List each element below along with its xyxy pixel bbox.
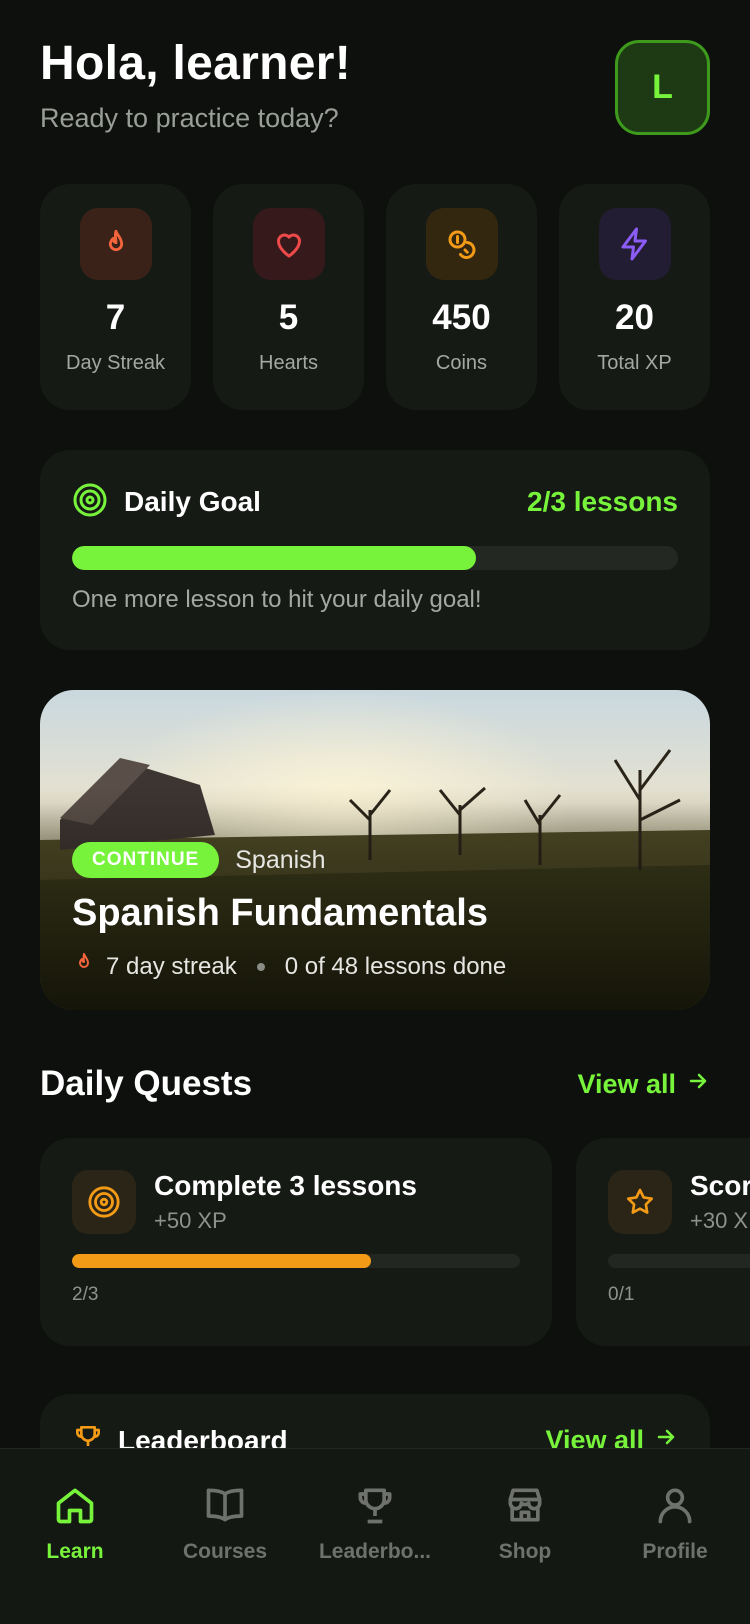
- quests-view-all-link[interactable]: View all: [577, 1069, 710, 1100]
- course-title: Spanish Fundamentals: [72, 892, 488, 934]
- quest-card[interactable]: Score +30 X 0/1: [576, 1138, 750, 1346]
- shop-icon: [503, 1483, 547, 1532]
- daily-goal-progress-fill: [72, 546, 477, 570]
- stat-value: 5: [278, 298, 299, 337]
- coins-icon: [425, 208, 498, 280]
- quest-reward: +50 XP: [154, 1208, 227, 1233]
- stat-value: 450: [432, 298, 491, 337]
- daily-goal-card[interactable]: Daily Goal 2/3 lessons One more lesson t…: [40, 450, 710, 650]
- quest-progress-text: 2/3: [72, 1284, 99, 1305]
- stat-label: Total XP: [597, 352, 672, 374]
- greeting-subtitle: Ready to practice today?: [40, 103, 339, 133]
- heart-icon: [252, 208, 325, 280]
- nav-label: Profile: [642, 1540, 708, 1563]
- nav-label: Shop: [498, 1540, 552, 1563]
- daily-goal-title: Daily Goal: [124, 486, 261, 517]
- quest-title: Complete 3 lessons: [154, 1170, 417, 1201]
- lightning-icon: [598, 208, 671, 280]
- quest-progress-fill: [72, 1254, 371, 1268]
- nav-item-shop[interactable]: Shop: [450, 1449, 600, 1624]
- stat-label: Day Streak: [66, 352, 165, 374]
- arrow-right-icon: [686, 1069, 710, 1100]
- nav-item-profile[interactable]: Profile: [600, 1449, 750, 1624]
- daily-quests-header: Daily Quests View all: [40, 1064, 710, 1104]
- bottom-navigation: Learn Courses Leaderbo... Shop Profile: [0, 1448, 750, 1624]
- stat-card-coins[interactable]: 450 Coins: [386, 184, 537, 410]
- nav-item-leaderboard[interactable]: Leaderbo...: [300, 1449, 450, 1624]
- trophy-icon: [353, 1483, 397, 1532]
- stat-card-streak[interactable]: 7 Day Streak: [40, 184, 191, 410]
- quest-title: Score: [690, 1170, 750, 1201]
- target-icon: [72, 1170, 136, 1234]
- nav-label: Learn: [46, 1540, 104, 1563]
- separator-dot: [256, 962, 265, 971]
- course-streak: 7 day streak: [106, 952, 237, 980]
- quest-progress-text: 0/1: [608, 1284, 635, 1305]
- stat-label: Hearts: [259, 352, 318, 374]
- greeting-title: Hola, learner!: [40, 37, 351, 90]
- nav-label: Courses: [182, 1540, 268, 1563]
- course-language: Spanish: [235, 845, 326, 874]
- header: Hola, learner! Ready to practice today? …: [40, 36, 710, 146]
- nav-item-learn[interactable]: Learn: [0, 1449, 150, 1624]
- stat-label: Coins: [435, 352, 488, 374]
- section-title: Daily Quests: [40, 1064, 253, 1103]
- daily-goal-progress-bar: [72, 546, 678, 570]
- quest-reward: +30 X: [690, 1208, 749, 1233]
- quest-card[interactable]: Complete 3 lessons +50 XP 2/3: [40, 1138, 552, 1346]
- stat-value: 20: [615, 298, 654, 337]
- nav-label: Leaderbo...: [318, 1540, 432, 1563]
- avatar[interactable]: L: [615, 40, 710, 135]
- flame-icon: [72, 951, 96, 982]
- target-icon: [72, 482, 108, 523]
- home-icon: [53, 1483, 97, 1532]
- quests-carousel[interactable]: Complete 3 lessons +50 XP 2/3 Score +30 …: [40, 1138, 750, 1346]
- flame-icon: [79, 208, 152, 280]
- daily-goal-count: 2/3 lessons: [527, 486, 678, 517]
- stat-value: 7: [105, 298, 126, 337]
- star-icon: [608, 1170, 672, 1234]
- stat-card-hearts[interactable]: 5 Hearts: [213, 184, 364, 410]
- stats-row: 7 Day Streak 5 Hearts 450 Coins 20 Total…: [40, 184, 710, 410]
- continue-course-card[interactable]: CONTINUE Spanish Spanish Fundamentals 7 …: [40, 690, 710, 1010]
- course-lessons: 0 of 48 lessons done: [284, 952, 507, 980]
- view-all-label: View all: [577, 1068, 676, 1099]
- continue-badge: CONTINUE: [72, 842, 220, 878]
- book-icon: [203, 1483, 247, 1532]
- user-icon: [653, 1483, 697, 1532]
- quest-progress-bar: [72, 1254, 520, 1268]
- quest-progress-bar: [608, 1254, 750, 1268]
- stat-card-xp[interactable]: 20 Total XP: [559, 184, 710, 410]
- nav-item-courses[interactable]: Courses: [150, 1449, 300, 1624]
- daily-goal-message: One more lesson to hit your daily goal!: [72, 586, 482, 613]
